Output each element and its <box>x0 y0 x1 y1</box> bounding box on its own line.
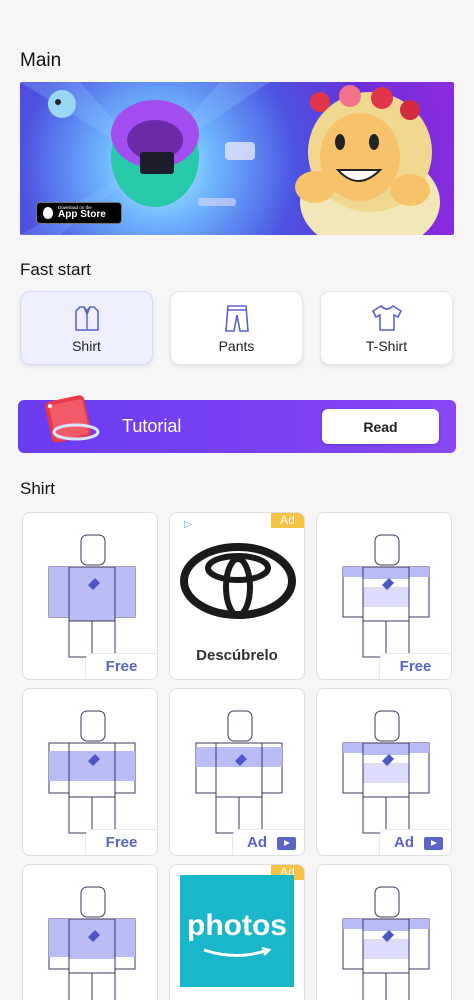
shirt-preview-icon <box>342 886 430 1000</box>
ad-badge-label: Ad <box>394 834 414 851</box>
ad-tile[interactable]: Ad photos Instalalo <box>169 864 305 1000</box>
appstore-big-text: App Store <box>58 209 106 221</box>
apple-icon <box>43 207 53 219</box>
shirt-section-title: Shirt <box>20 479 55 498</box>
toyota-logo <box>180 543 296 619</box>
shirt-tile[interactable]: Ad <box>316 688 452 856</box>
ad-badge-label: Ad <box>247 834 267 851</box>
ad-corner-badge: Ad <box>271 513 304 528</box>
smile-arrow-icon <box>203 947 272 957</box>
photos-logo: photos <box>180 875 294 987</box>
fast-start-tshirt-label: T-Shirt <box>365 338 408 354</box>
tshirt-icon <box>371 304 402 331</box>
free-badge: Free <box>85 653 157 679</box>
ad-video-badge: Ad <box>232 829 304 855</box>
tutorial-banner[interactable]: Tutorial Read <box>18 395 456 453</box>
shirt-preview-icon <box>342 534 430 658</box>
pants-icon <box>224 305 249 332</box>
book-icon <box>45 395 100 443</box>
shirt-tile[interactable]: Ad <box>169 688 305 856</box>
read-button[interactable]: Read <box>322 409 439 444</box>
ad-video-badge: Ad <box>379 829 451 855</box>
free-badge: Free <box>379 653 451 679</box>
video-icon <box>277 837 296 850</box>
fast-start-pants[interactable]: Pants <box>170 291 303 365</box>
shirt-tile[interactable]: Free <box>22 512 158 680</box>
shirt-preview-icon <box>48 534 136 658</box>
ad-tile[interactable]: Ad ▷ Descúbrelo <box>169 512 305 680</box>
shirt-tile[interactable] <box>316 864 452 1000</box>
shirt-tile[interactable]: Free <box>22 688 158 856</box>
shirt-tile[interactable] <box>22 864 158 1000</box>
shirt-tile[interactable]: Free <box>316 512 452 680</box>
main-section-title: Main <box>20 50 62 71</box>
fast-start-shirt-label: Shirt <box>72 338 101 354</box>
promo-banner[interactable]: Download on the App Store <box>20 82 454 235</box>
tutorial-title: Tutorial <box>122 416 182 436</box>
adchoices-icon[interactable]: ▷ <box>184 519 192 530</box>
fast-start-shirt[interactable]: Shirt <box>20 291 153 365</box>
fast-start-tshirt[interactable]: T-Shirt <box>320 291 453 365</box>
fast-start-title: Fast start <box>20 260 91 279</box>
shirt-icon <box>74 306 99 331</box>
fast-start-pants-label: Pants <box>218 338 255 354</box>
free-badge: Free <box>85 829 157 855</box>
shirt-preview-icon <box>48 886 136 1000</box>
video-icon <box>424 837 443 850</box>
shirt-preview-icon <box>195 710 283 834</box>
photos-logo-text: photos <box>187 909 287 942</box>
app-store-badge[interactable]: Download on the App Store <box>36 202 122 224</box>
shirt-preview-icon <box>342 710 430 834</box>
ad-cta-text: Descúbrelo <box>196 647 278 664</box>
shirt-preview-icon <box>48 710 136 834</box>
